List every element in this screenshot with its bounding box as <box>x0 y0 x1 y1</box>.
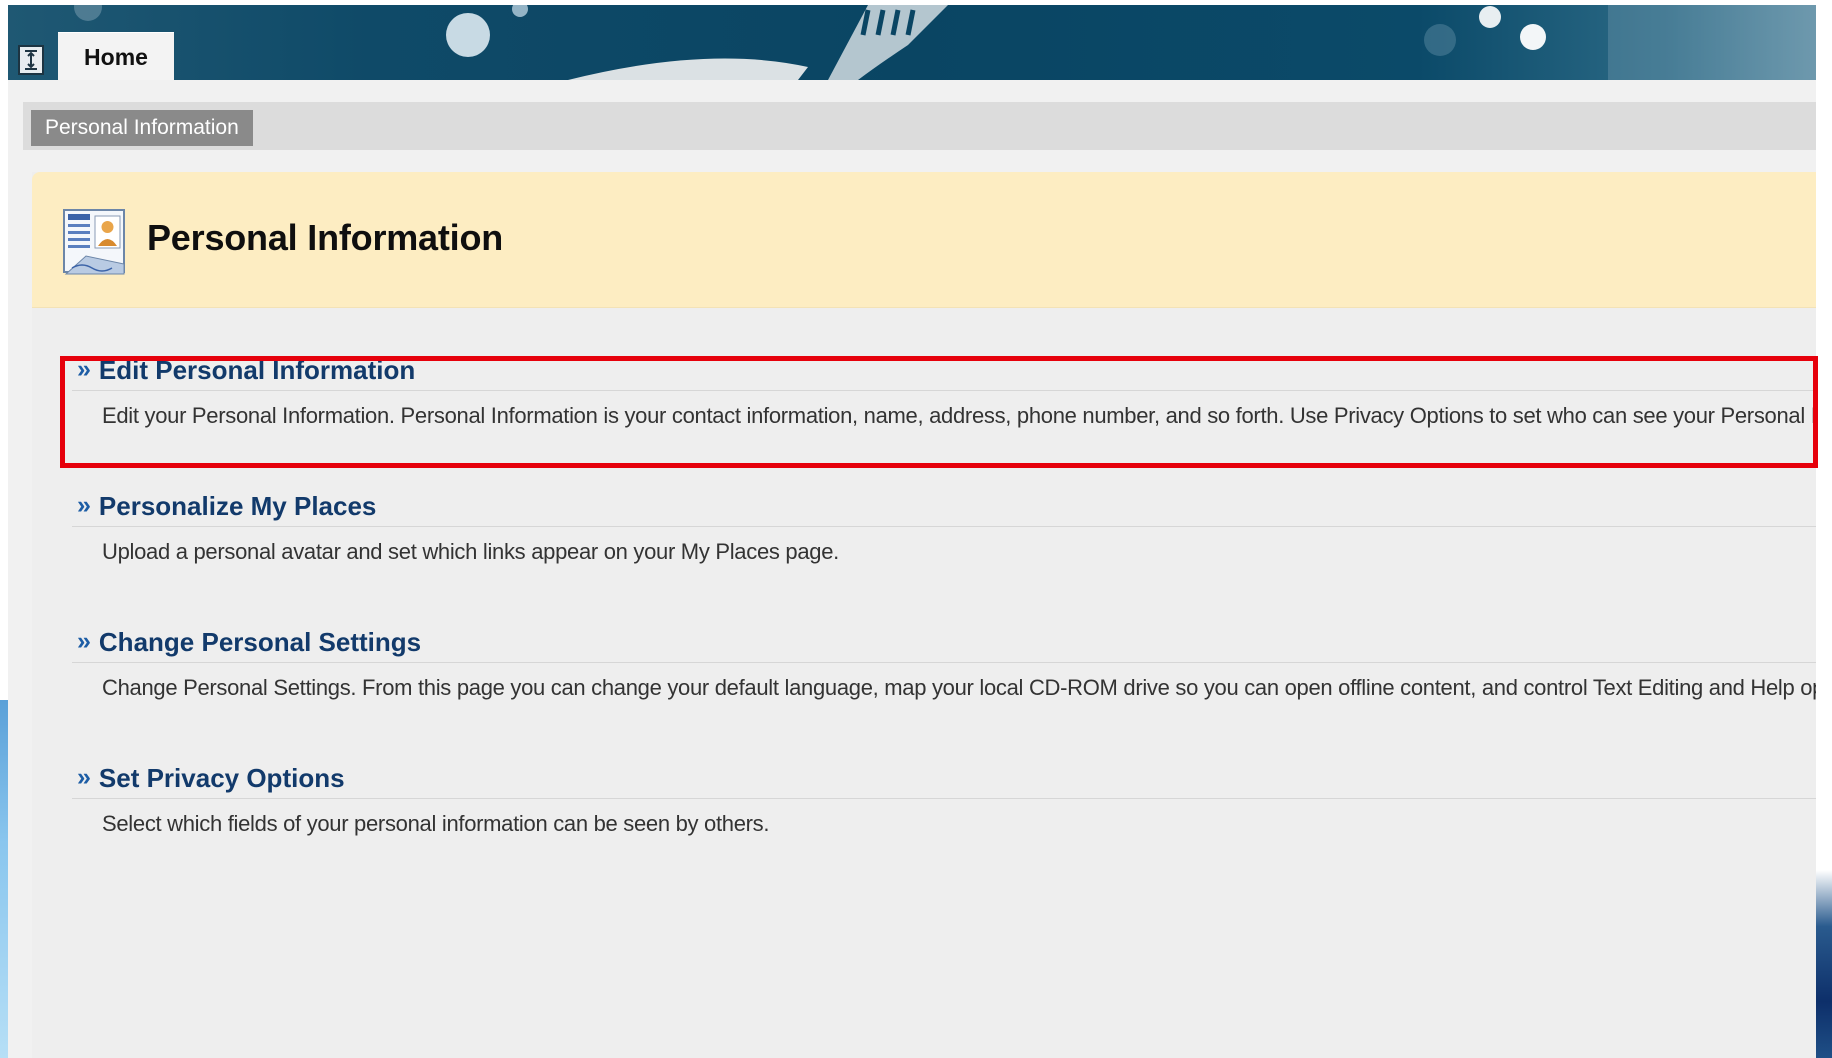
personal-info-card-icon <box>63 209 125 275</box>
set-privacy-options-link[interactable]: » Set Privacy Options <box>72 758 1816 799</box>
banner-decoration <box>74 5 1816 80</box>
task-description: Change Personal Settings. From this page… <box>102 675 1816 700</box>
change-personal-settings-link[interactable]: » Change Personal Settings <box>72 622 1816 663</box>
task-title: Set Privacy Options <box>98 762 345 793</box>
tab-home[interactable]: Home <box>58 32 174 80</box>
task-edit-personal-information: » Edit Personal Information Edit your Pe… <box>72 350 1816 429</box>
task-set-privacy-options: » Set Privacy Options Select which field… <box>72 758 1816 837</box>
breadcrumb[interactable]: Personal Information <box>31 110 253 146</box>
personalize-my-places-link[interactable]: » Personalize My Places <box>72 486 1816 527</box>
content-panel: Personal Information » Edit Personal Inf… <box>32 172 1816 1058</box>
double-chevron-right-icon: » <box>77 626 91 655</box>
task-title: Personalize My Places <box>98 490 377 521</box>
page-title: Personal Information <box>147 217 504 258</box>
main-page: Personal Information Personal Informatio… <box>8 80 1816 1058</box>
double-chevron-right-icon: » <box>77 354 91 383</box>
double-chevron-right-icon: » <box>77 490 91 519</box>
expand-tabs-toggle[interactable] <box>18 45 44 75</box>
task-title: Edit Personal Information <box>98 354 416 385</box>
expand-vertical-icon <box>25 50 37 70</box>
background-decoration-right <box>1816 870 1832 1058</box>
breadcrumb-current: Personal Information <box>45 116 239 139</box>
top-banner: Home <box>8 5 1816 80</box>
tab-home-label: Home <box>84 44 148 70</box>
task-change-personal-settings: » Change Personal Settings Change Person… <box>72 622 1816 701</box>
task-description: Select which fields of your personal inf… <box>102 811 770 836</box>
edit-personal-information-link[interactable]: » Edit Personal Information <box>72 350 1816 391</box>
double-chevron-right-icon: » <box>77 762 91 791</box>
task-personalize-my-places: » Personalize My Places Upload a persona… <box>72 486 1816 565</box>
page-header: Personal Information <box>32 172 1816 308</box>
task-description: Upload a personal avatar and set which l… <box>102 539 839 564</box>
task-description: Edit your Personal Information. Personal… <box>102 403 1816 428</box>
breadcrumb-bar <box>23 102 1816 156</box>
task-title: Change Personal Settings <box>98 626 422 657</box>
